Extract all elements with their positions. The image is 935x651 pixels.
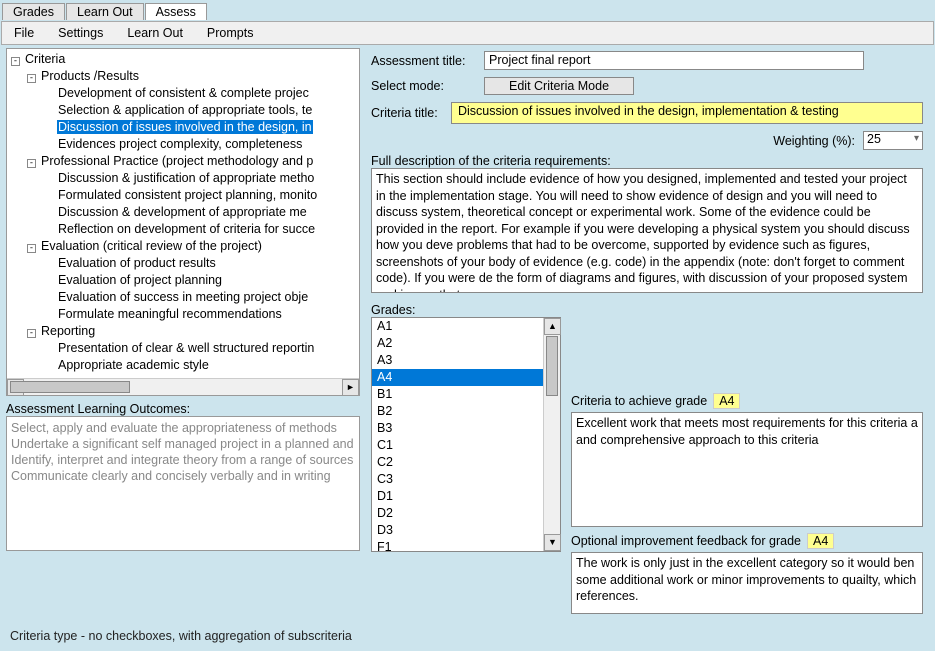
criteria-achieve-label: Criteria to achieve grade <box>571 394 707 408</box>
expand-icon[interactable] <box>27 159 36 168</box>
tab-grades[interactable]: Grades <box>2 3 65 20</box>
list-item[interactable]: C1 <box>372 437 543 454</box>
expand-icon[interactable] <box>27 329 36 338</box>
improvement-label: Optional improvement feedback for grade <box>571 534 801 548</box>
scroll-thumb[interactable] <box>10 381 130 393</box>
edit-criteria-button[interactable]: Edit Criteria Mode <box>484 77 634 95</box>
list-item[interactable]: A1 <box>372 318 543 335</box>
list-item[interactable]: A2 <box>372 335 543 352</box>
tree-leaf[interactable]: Presentation of clear & well structured … <box>57 341 315 355</box>
list-item[interactable]: F1 <box>372 539 543 551</box>
tree-leaf[interactable]: Formulate meaningful recommendations <box>57 307 283 321</box>
alo-label: Assessment Learning Outcomes: <box>6 402 360 416</box>
tree-node[interactable]: Reporting <box>40 324 96 338</box>
tree-leaf[interactable]: Evaluation of success in meeting project… <box>57 290 309 304</box>
menu-bar: File Settings Learn Out Prompts <box>1 21 934 45</box>
tree-leaf[interactable]: Selection & application of appropriate t… <box>57 103 313 117</box>
assess-title-input[interactable]: Project final report <box>484 51 864 70</box>
expand-icon[interactable] <box>27 244 36 253</box>
tree-leaf[interactable]: Formulated consistent project planning, … <box>57 188 318 202</box>
list-item[interactable]: C3 <box>372 471 543 488</box>
scroll-right-icon[interactable]: ► <box>342 379 359 396</box>
menu-settings[interactable]: Settings <box>46 24 115 42</box>
menu-learn-out[interactable]: Learn Out <box>115 24 195 42</box>
list-item[interactable]: A4 <box>372 369 543 386</box>
description-textarea[interactable]: This section should include evidence of … <box>371 168 923 293</box>
tree-leaf-selected[interactable]: Discussion of issues involved in the des… <box>57 120 313 134</box>
alo-line: Communicate clearly and concisely verbal… <box>11 468 355 484</box>
tree-node[interactable]: Evaluation (critical review of the proje… <box>40 239 263 253</box>
list-item[interactable]: D1 <box>372 488 543 505</box>
criteria-title-label: Criteria title: <box>371 106 443 120</box>
assess-title-label: Assessment title: <box>371 54 476 68</box>
tab-assess[interactable]: Assess <box>145 3 207 20</box>
improvement-textarea[interactable]: The work is only just in the excellent c… <box>571 552 923 614</box>
weighting-label: Weighting (%): <box>773 134 855 148</box>
list-item[interactable]: A3 <box>372 352 543 369</box>
tree-leaf[interactable]: Reflection on development of criteria fo… <box>57 222 316 236</box>
list-item[interactable]: D2 <box>372 505 543 522</box>
weighting-select[interactable]: 25 <box>863 131 923 150</box>
tree-leaf[interactable]: Discussion & justification of appropriat… <box>57 171 315 185</box>
alo-line: Select, apply and evaluate the appropria… <box>11 420 355 436</box>
menu-prompts[interactable]: Prompts <box>195 24 266 42</box>
tree-scrollbar[interactable]: ◄ ► <box>7 378 359 395</box>
menu-file[interactable]: File <box>2 24 46 42</box>
list-item[interactable]: B1 <box>372 386 543 403</box>
select-mode-label: Select mode: <box>371 79 476 93</box>
list-scrollbar[interactable]: ▲ ▼ <box>543 318 560 551</box>
list-item[interactable]: B2 <box>372 403 543 420</box>
tree-leaf[interactable]: Evidences project complexity, completene… <box>57 137 303 151</box>
tree-leaf[interactable]: Development of consistent & complete pro… <box>57 86 310 100</box>
tree-leaf[interactable]: Evaluation of product results <box>57 256 217 270</box>
list-item[interactable]: D3 <box>372 522 543 539</box>
tab-learn-out[interactable]: Learn Out <box>66 3 144 20</box>
scroll-down-icon[interactable]: ▼ <box>544 534 561 551</box>
tree-root[interactable]: Criteria <box>24 52 66 66</box>
alo-line: Undertake a significant self managed pro… <box>11 436 355 452</box>
grade-badge: A4 <box>807 533 834 549</box>
criteria-title-input[interactable]: Discussion of issues involved in the des… <box>451 102 923 124</box>
criteria-tree[interactable]: Criteria Products /Results Development o… <box>6 48 360 396</box>
tree-node[interactable]: Products /Results <box>40 69 140 83</box>
grade-badge: A4 <box>713 393 740 409</box>
grades-listbox[interactable]: A1A2A3A4B1B2B3C1C2C3D1D2D3F1F2 ▲ ▼ <box>371 317 561 552</box>
window-tabs: Grades Learn Out Assess <box>0 0 935 20</box>
criteria-achieve-textarea[interactable]: Excellent work that meets most requireme… <box>571 412 923 527</box>
tree-node[interactable]: Professional Practice (project methodolo… <box>40 154 314 168</box>
tree-leaf[interactable]: Appropriate academic style <box>57 358 210 372</box>
list-item[interactable]: C2 <box>372 454 543 471</box>
list-item[interactable]: B3 <box>372 420 543 437</box>
scroll-thumb[interactable] <box>546 336 558 396</box>
alo-line: Identify, interpret and integrate theory… <box>11 452 355 468</box>
status-text: Criteria type - no checkboxes, with aggr… <box>10 629 352 643</box>
desc-label: Full description of the criteria require… <box>371 154 923 168</box>
grades-label: Grades: <box>371 303 561 317</box>
tree-leaf[interactable]: Evaluation of project planning <box>57 273 223 287</box>
scroll-up-icon[interactable]: ▲ <box>544 318 561 335</box>
expand-icon[interactable] <box>11 57 20 66</box>
tree-leaf[interactable]: Discussion & development of appropriate … <box>57 205 308 219</box>
alo-box: Select, apply and evaluate the appropria… <box>6 416 360 551</box>
expand-icon[interactable] <box>27 74 36 83</box>
